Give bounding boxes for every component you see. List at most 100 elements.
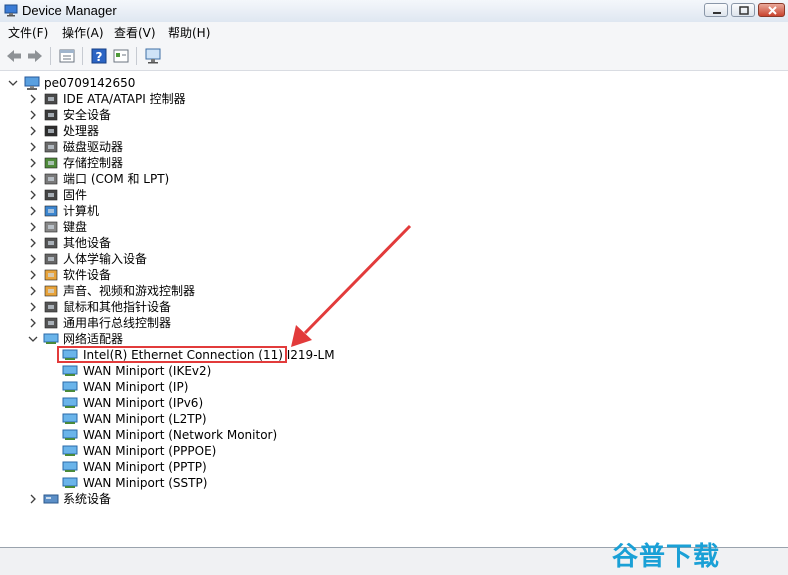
category-label: 磁盘驱动器	[63, 140, 124, 154]
storage-controller-icon	[44, 157, 58, 169]
category-label: 鼠标和其他指针设备	[63, 300, 172, 314]
tree-category-item[interactable]: 固件	[26, 187, 226, 203]
adapter-label: WAN Miniport (IPv6)	[83, 396, 204, 410]
chevron-right-icon[interactable]	[28, 219, 38, 235]
chevron-right-icon[interactable]	[28, 235, 38, 251]
chevron-right-icon[interactable]	[28, 91, 38, 107]
category-label: 其他设备	[63, 236, 112, 250]
category-label: 键盘	[63, 220, 88, 234]
menu-view[interactable]: 查看(V)	[114, 24, 156, 41]
tree-category-item[interactable]: 通用串行总线控制器	[26, 315, 226, 331]
category-label: 通用串行总线控制器	[63, 316, 172, 330]
network-adapter-item[interactable]: WAN Miniport (SSTP)	[60, 475, 300, 491]
ide-controller-icon	[44, 93, 58, 105]
network-adapter-item[interactable]: WAN Miniport (IKEv2)	[60, 363, 300, 379]
tree-category-item[interactable]: 软件设备	[26, 267, 226, 283]
tree-category-system[interactable]: 系统设备	[26, 491, 186, 507]
chevron-right-icon[interactable]	[28, 203, 38, 219]
category-label: 安全设备	[63, 108, 112, 122]
chevron-down-icon[interactable]	[8, 75, 18, 91]
tree-category-item[interactable]: 其他设备	[26, 235, 226, 251]
mouse-icon	[44, 301, 58, 313]
chevron-right-icon[interactable]	[28, 251, 38, 267]
network-adapter-item[interactable]: WAN Miniport (Network Monitor)	[60, 427, 300, 443]
other-device-icon	[44, 237, 58, 249]
tree-category-item[interactable]: 声音、视频和游戏控制器	[26, 283, 226, 299]
category-label: IDE ATA/ATAPI 控制器	[63, 92, 186, 106]
chevron-right-icon[interactable]	[28, 283, 38, 299]
chevron-right-icon[interactable]	[28, 491, 38, 507]
menu-action[interactable]: 操作(A)	[62, 24, 104, 41]
chevron-right-icon[interactable]	[28, 267, 38, 283]
category-label: 固件	[63, 188, 88, 202]
tree-category-item[interactable]: 鼠标和其他指针设备	[26, 299, 226, 315]
network-adapter-icon	[62, 477, 78, 488]
chevron-right-icon[interactable]	[28, 155, 38, 171]
chevron-right-icon[interactable]	[28, 107, 38, 123]
network-adapter-item[interactable]: WAN Miniport (PPTP)	[60, 459, 300, 475]
network-adapter-item[interactable]: WAN Miniport (PPPOE)	[60, 443, 300, 459]
forward-arrow-icon[interactable]	[26, 47, 44, 65]
category-label: 系统设备	[63, 492, 112, 506]
menu-file[interactable]: 文件(F)	[8, 24, 48, 41]
tree-category-item[interactable]: 处理器	[26, 123, 226, 139]
properties-view-icon[interactable]	[58, 47, 76, 65]
tree-category-item[interactable]: 键盘	[26, 219, 226, 235]
maximize-button[interactable]	[731, 3, 755, 17]
computer-icon	[44, 205, 58, 217]
back-arrow-icon[interactable]	[5, 47, 23, 65]
firmware-icon	[44, 189, 58, 201]
chevron-right-icon[interactable]	[28, 171, 38, 187]
network-adapter-icon	[62, 429, 78, 440]
tree-root[interactable]: pe0709142650	[6, 75, 206, 91]
tree-category-item[interactable]: 磁盘驱动器	[26, 139, 226, 155]
category-label: 声音、视频和游戏控制器	[63, 284, 196, 298]
chevron-right-icon[interactable]	[28, 315, 38, 331]
category-label: 端口 (COM 和 LPT)	[63, 172, 170, 186]
chevron-right-icon[interactable]	[28, 139, 38, 155]
system-device-icon	[43, 494, 59, 504]
scan-hardware-icon[interactable]	[144, 47, 162, 65]
minimize-button[interactable]	[704, 3, 728, 17]
port-icon	[44, 173, 58, 185]
menu-bar: 文件(F) 操作(A) 查看(V) 帮助(H)	[0, 22, 788, 42]
menu-help[interactable]: 帮助(H)	[168, 24, 210, 41]
network-adapter-item[interactable]: WAN Miniport (IPv6)	[60, 395, 300, 411]
tree-category-item[interactable]: 计算机	[26, 203, 226, 219]
processor-icon	[44, 125, 58, 137]
tree-category-network[interactable]: 网络适配器	[26, 331, 186, 347]
highlight-box	[57, 346, 287, 363]
update-driver-icon[interactable]	[112, 47, 130, 65]
tree-category-item[interactable]: 存储控制器	[26, 155, 226, 171]
network-adapter-item[interactable]: WAN Miniport (IP)	[60, 379, 300, 395]
chevron-right-icon[interactable]	[28, 123, 38, 139]
chevron-right-icon[interactable]	[28, 187, 38, 203]
hid-icon	[44, 253, 58, 265]
adapter-label: WAN Miniport (Network Monitor)	[83, 428, 278, 442]
tree-category-item[interactable]: 人体学输入设备	[26, 251, 226, 267]
tree-category-item[interactable]: IDE ATA/ATAPI 控制器	[26, 91, 226, 107]
tree-category-item[interactable]: 安全设备	[26, 107, 226, 123]
chevron-down-icon[interactable]	[28, 331, 38, 347]
svg-text:?: ?	[96, 50, 103, 64]
adapter-label: WAN Miniport (SSTP)	[83, 476, 208, 490]
category-label: 软件设备	[63, 268, 112, 282]
computer-icon	[24, 76, 40, 90]
adapter-label: WAN Miniport (IKEv2)	[83, 364, 212, 378]
root-label: pe0709142650	[44, 76, 136, 90]
tree-category-item[interactable]: 端口 (COM 和 LPT)	[26, 171, 226, 187]
close-button[interactable]	[758, 3, 785, 17]
sound-icon	[44, 285, 58, 297]
chevron-right-icon[interactable]	[28, 299, 38, 315]
title-bar: Device Manager	[0, 0, 788, 23]
category-label: 人体学输入设备	[63, 252, 148, 266]
category-label: 计算机	[63, 204, 100, 218]
adapter-label: WAN Miniport (PPTP)	[83, 460, 207, 474]
network-adapter-item[interactable]: WAN Miniport (L2TP)	[60, 411, 300, 427]
category-label: 网络适配器	[63, 332, 124, 346]
watermark-logo: 谷普下载	[612, 542, 721, 572]
adapter-label: WAN Miniport (L2TP)	[83, 412, 207, 426]
network-adapter-icon	[43, 333, 59, 344]
help-icon[interactable]: ?	[90, 47, 108, 65]
category-label: 存储控制器	[63, 156, 124, 170]
